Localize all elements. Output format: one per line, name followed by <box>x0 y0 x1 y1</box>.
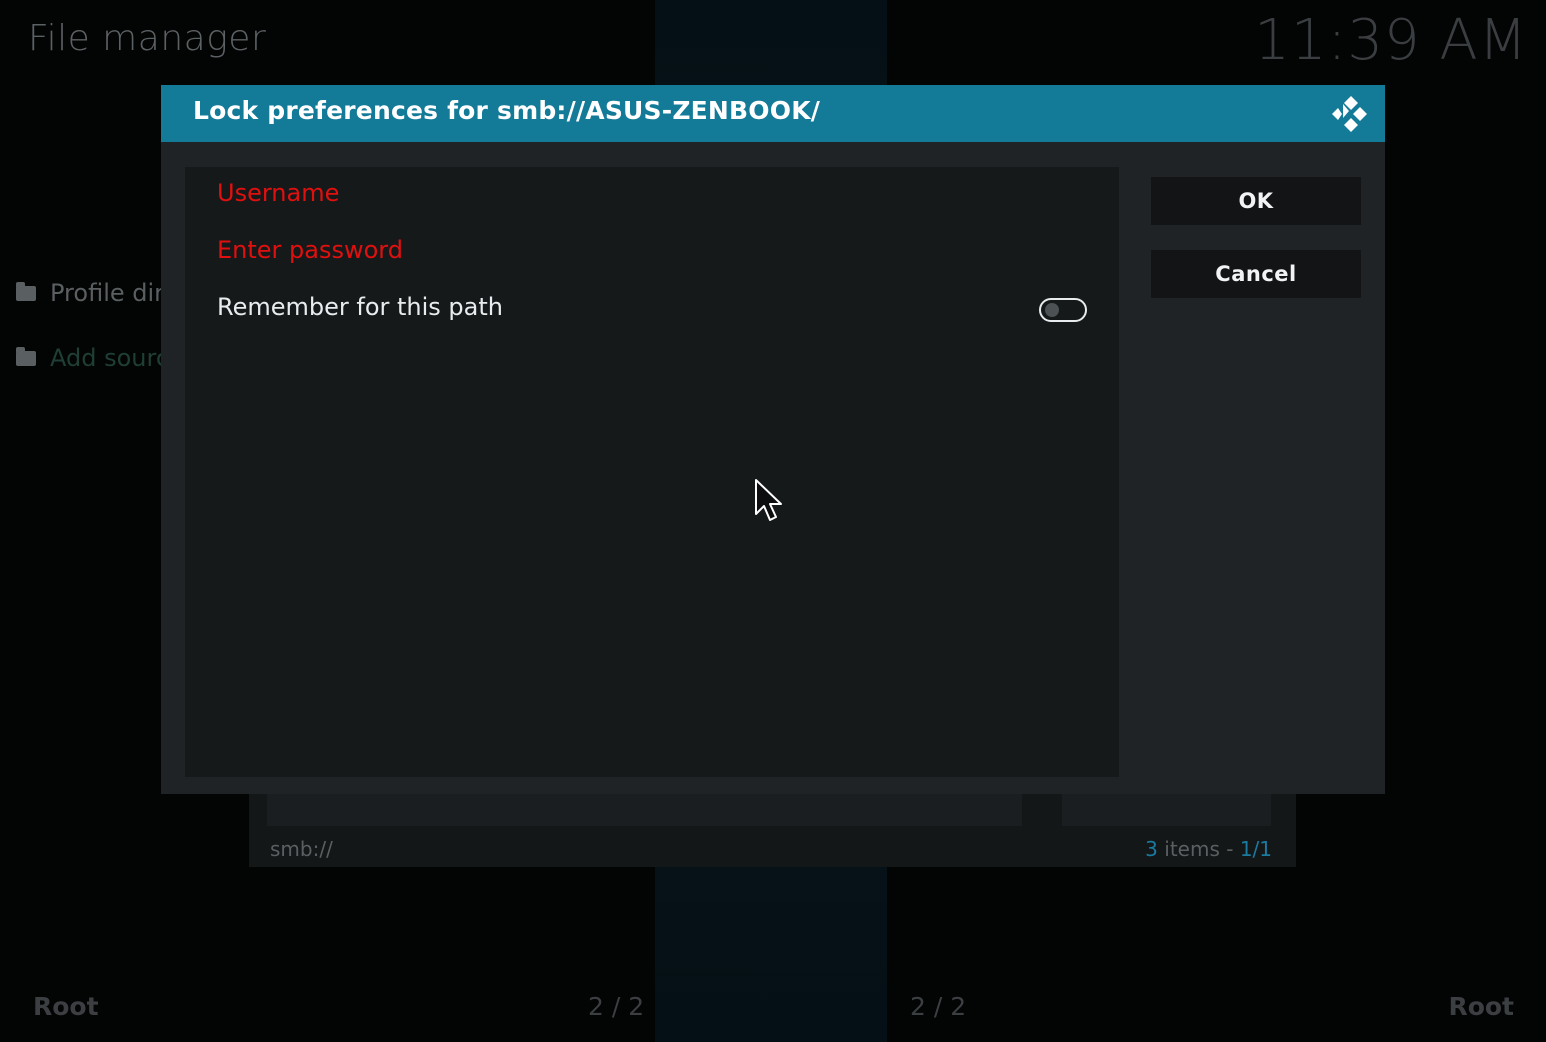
bg-list-item-label: Profile dir <box>50 279 165 307</box>
setting-password-label: Enter password <box>217 236 403 264</box>
bg-list-item-label: Add sourc <box>50 344 170 372</box>
cancel-button[interactable]: Cancel <box>1151 250 1361 298</box>
setting-remember-path[interactable]: Remember for this path <box>185 285 1119 335</box>
footer-page-left: 2 / 2 <box>588 992 645 1021</box>
bg-file-panel: smb:// 3 items - 1/1 <box>249 794 1296 867</box>
lock-preferences-dialog: Lock preferences for smb://ASUS-ZENBOOK/… <box>161 85 1385 794</box>
settings-list: Username Enter password Remember for thi… <box>185 167 1119 777</box>
kodi-logo-icon[interactable] <box>1331 94 1371 134</box>
folder-icon <box>16 346 36 366</box>
dialog-header: Lock preferences for smb://ASUS-ZENBOOK/ <box>161 85 1385 142</box>
bg-list-item-add-source: Add sourc <box>16 344 169 372</box>
setting-username-label: Username <box>217 179 340 207</box>
ok-button[interactable]: OK <box>1151 177 1361 225</box>
dialog-title: Lock preferences for smb://ASUS-ZENBOOK/ <box>193 96 821 125</box>
footer-right-root: Root <box>1448 992 1514 1021</box>
setting-password[interactable]: Enter password <box>185 228 1119 278</box>
clock: 11:39 AM <box>1254 8 1528 73</box>
folder-icon <box>16 281 36 301</box>
footer-page-right: 2 / 2 <box>910 992 967 1021</box>
item-count-page: 1/1 <box>1239 837 1272 861</box>
page-title: File manager <box>28 18 267 59</box>
toggle-knob <box>1045 303 1059 317</box>
mouse-cursor-icon <box>755 479 782 521</box>
item-count-number: 3 <box>1145 837 1158 861</box>
footer-left-root: Root <box>33 992 99 1021</box>
bg-panel-segment <box>1062 794 1271 826</box>
bg-list-item-profile: Profile dir <box>16 279 164 307</box>
bg-current-path: smb:// <box>270 837 333 861</box>
setting-remember-label: Remember for this path <box>217 293 503 321</box>
bg-panel-segment <box>267 794 1022 826</box>
item-count-text: items - <box>1157 837 1240 861</box>
bg-item-count: 3 items - 1/1 <box>1145 837 1272 861</box>
setting-username[interactable]: Username <box>185 171 1119 221</box>
remember-toggle[interactable] <box>1039 298 1087 322</box>
